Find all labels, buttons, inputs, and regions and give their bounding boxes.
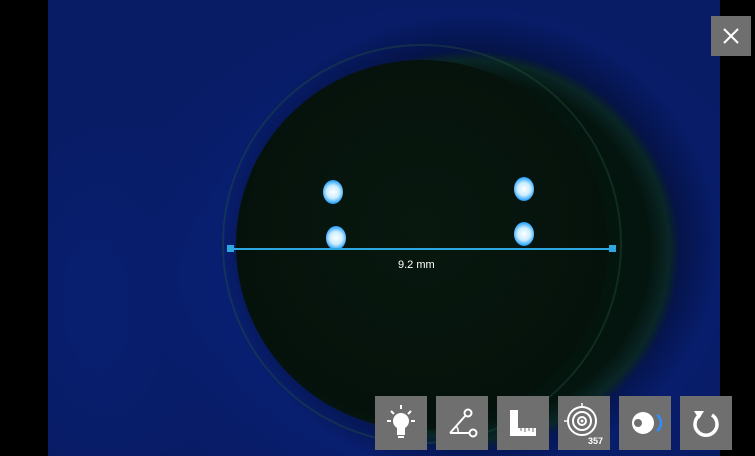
angle-measure-button[interactable] <box>436 396 488 450</box>
reflection-glint <box>323 180 343 204</box>
close-button[interactable] <box>711 16 751 56</box>
view-eye-button[interactable] <box>619 396 671 450</box>
ruler-button[interactable] <box>497 396 549 450</box>
illumination-button[interactable] <box>375 396 427 450</box>
eye-image[interactable] <box>48 0 720 456</box>
target-button[interactable]: 357 <box>558 396 610 450</box>
measurement-label: 9.2 mm <box>398 259 435 271</box>
reflection-glint <box>514 222 534 246</box>
measurement-start-handle[interactable] <box>227 245 234 252</box>
refresh-icon <box>693 411 719 437</box>
measurement-line[interactable] <box>230 248 612 250</box>
close-icon <box>723 28 739 44</box>
reflection-glint <box>514 177 534 201</box>
toolbar: 357 <box>375 396 732 450</box>
target-badge: 357 <box>587 436 603 446</box>
reset-button[interactable] <box>680 396 732 450</box>
eye-view-icon <box>632 412 663 434</box>
angle-icon <box>449 408 478 438</box>
pupil <box>236 60 608 430</box>
ruler-icon <box>510 410 536 436</box>
measurement-end-handle[interactable] <box>609 245 616 252</box>
reflection-glint <box>326 226 346 250</box>
image-viewer: 9.2 mm 357 <box>0 0 755 456</box>
lightbulb-icon <box>387 405 415 438</box>
